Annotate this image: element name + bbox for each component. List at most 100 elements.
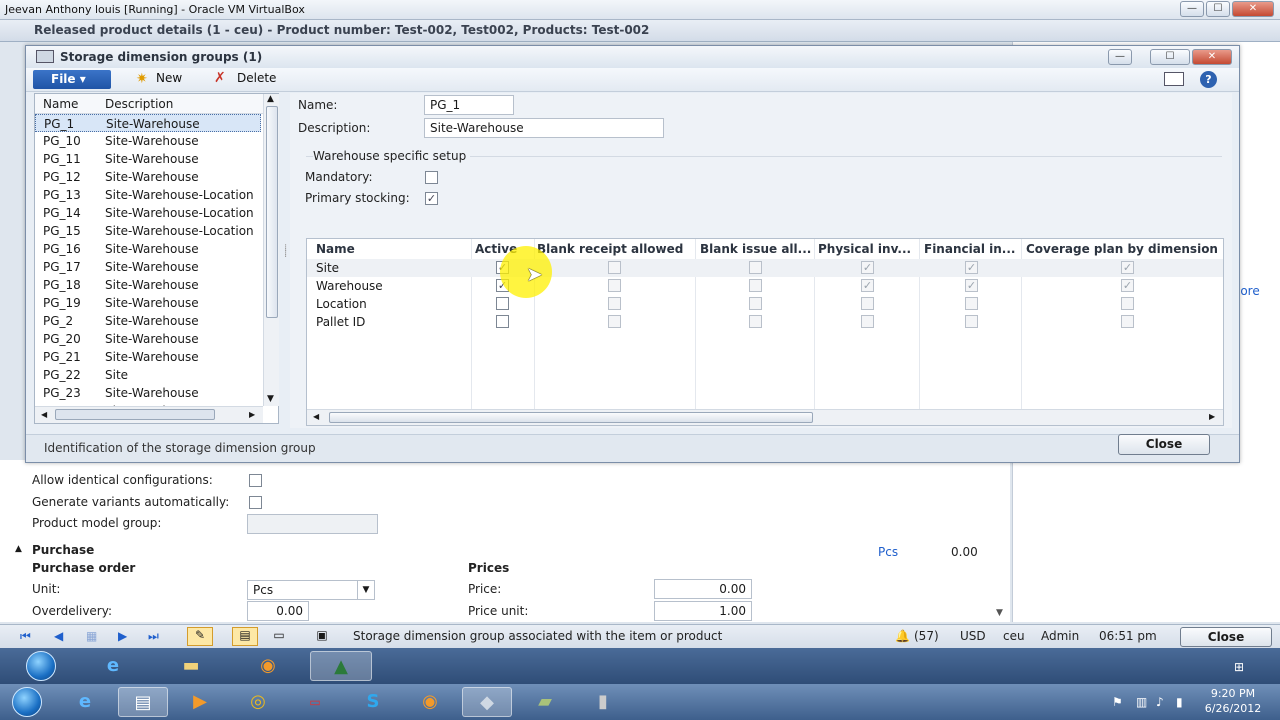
list-row[interactable]: PG_15 Site-Warehouse-Location [35,222,261,240]
grid-checkbox[interactable] [749,297,762,310]
grid-row[interactable]: Location [307,295,1223,313]
outlook-icon[interactable]: ◉ [243,651,293,681]
list-row[interactable]: PG_23 Site-Warehouse [35,384,261,402]
primary-stocking-checkbox[interactable]: ✓ [425,192,438,205]
grid-checkbox[interactable]: ✓ [1121,279,1134,292]
dynamics-ax-icon[interactable]: ▲ [310,651,372,681]
scroll-right-icon[interactable]: ▶ [249,410,255,419]
alerts-count[interactable]: (57) [914,629,939,643]
list-row[interactable]: PG_13 Site-Warehouse-Location [35,186,261,204]
company[interactable]: ceu [1003,629,1025,643]
list-row[interactable]: PG_11 Site-Warehouse [35,150,261,168]
system-clock[interactable]: 9:20 PM 6/26/2012 [1193,686,1273,716]
grid-checkbox[interactable]: ✓ [965,279,978,292]
list-row[interactable]: PG_1 Site-Warehouse [35,114,261,132]
grid-row[interactable]: Site✓✓✓✓ [307,259,1223,277]
list-horizontal-scrollbar[interactable]: ◀ ▶ [35,406,263,423]
maximize-button[interactable]: ☐ [1206,1,1230,17]
grid-column-header[interactable]: Name [316,242,355,256]
list-row[interactable]: PG_20 Site-Warehouse [35,330,261,348]
grid-view-icon[interactable]: ▤ [232,627,258,646]
grid-scroll-thumb[interactable] [329,412,813,423]
ie-icon[interactable]: e [88,651,138,681]
list-row[interactable]: PG_18 Site-Warehouse [35,276,261,294]
grid-checkbox[interactable] [608,315,621,328]
grid-horizontal-scrollbar[interactable]: ◀ ▶ [307,409,1223,425]
list-scroll-thumb[interactable] [266,106,278,318]
virtualbox-icon[interactable]: ◆ [462,687,512,717]
grid-checkbox[interactable] [965,315,978,328]
form-close-button[interactable]: Close [1180,627,1272,647]
grid-checkbox[interactable] [861,297,874,310]
list-row[interactable]: PG_21 Site-Warehouse [35,348,261,366]
list-row[interactable]: PG_12 Site-Warehouse [35,168,261,186]
list-hscroll-thumb[interactable] [55,409,215,420]
previous-record-icon[interactable]: ◀ [54,629,63,643]
price-unit-field[interactable]: 1.00 [654,601,752,621]
grid-checkbox[interactable] [608,297,621,310]
scroll-down-icon[interactable]: ▼ [996,608,1003,618]
grid-row[interactable]: Pallet ID [307,313,1223,331]
records-icon[interactable]: ▦ [86,629,97,643]
grid-column-header[interactable]: Coverage plan by dimension [1026,242,1218,256]
grid-column-header[interactable]: Blank issue all... [700,242,811,256]
list-row[interactable]: PG_17 Site-Warehouse [35,258,261,276]
description-field[interactable]: Site-Warehouse [424,118,664,138]
grid-checkbox[interactable]: ✓ [861,279,874,292]
folder-icon[interactable]: ▬ [166,651,216,681]
product-model-group-field[interactable] [247,514,378,534]
outlook-host-icon[interactable]: ◉ [405,687,455,717]
scroll-left-icon[interactable]: ◀ [313,412,319,421]
grid-checkbox[interactable]: ✓ [861,261,874,274]
grid-checkbox[interactable] [1121,297,1134,310]
scroll-right-icon[interactable]: ▶ [1209,412,1215,421]
list-row[interactable]: PG_16 Site-Warehouse [35,240,261,258]
overdelivery-field[interactable]: 0.00 [247,601,309,621]
list-row[interactable]: PG_19 Site-Warehouse [35,294,261,312]
grid-checkbox[interactable] [749,279,762,292]
minimize-button[interactable]: — [1180,1,1204,17]
currency[interactable]: USD [960,629,986,643]
delete-button[interactable]: Delete [237,71,276,85]
close-window-button[interactable]: ✕ [1232,1,1274,17]
grid-checkbox[interactable] [1121,315,1134,328]
grid-checkbox[interactable] [965,297,978,310]
dialog-close-x-button[interactable]: ✕ [1192,49,1232,65]
list-vertical-scrollbar[interactable]: ▲ ▼ [263,94,279,406]
media-icon[interactable]: ▶ [175,687,225,717]
collapse-icon[interactable]: ▲ [15,544,22,554]
dialog-minimize-button[interactable]: — [1108,49,1132,65]
grid-checkbox[interactable] [608,261,621,274]
grid-checkbox[interactable] [496,297,509,310]
grid-row[interactable]: Warehouse ✓ ✓ ✓ ✓ [307,277,1223,295]
document-icon[interactable]: ▣ [312,628,332,645]
dialog-close-button[interactable]: Close [1118,434,1210,455]
bell-icon[interactable]: 🔔 [895,629,910,643]
tray-network-icon[interactable]: ▥ [1136,695,1147,709]
scroll-down-icon[interactable]: ▼ [267,394,274,404]
splitter-handle[interactable]: ⁞ ⁞ [284,244,287,260]
scroll-left-icon[interactable]: ◀ [41,410,47,419]
allow-identical-checkbox[interactable] [249,474,262,487]
tray-volume-icon[interactable]: ♪ [1156,695,1164,709]
network-icon[interactable]: ⊞ [1234,660,1244,674]
purchase-heading[interactable]: Purchase [32,543,94,557]
form-view-icon[interactable]: ▭ [268,628,290,645]
browser-icon[interactable]: e [60,687,110,717]
list-row[interactable]: PG_10 Site-Warehouse [35,132,261,150]
money-icon[interactable]: ▰ [520,687,570,717]
explorer-icon[interactable]: ▤ [118,687,168,717]
tray-power-icon[interactable]: ▮ [1176,695,1183,709]
grid-checkbox[interactable] [861,315,874,328]
grid-checkbox[interactable] [496,315,509,328]
price-field[interactable]: 0.00 [654,579,752,599]
list-header-description[interactable]: Description [105,97,173,111]
grid-column-header[interactable]: Physical inv... [818,242,911,256]
grid-checkbox[interactable] [608,279,621,292]
dialog-maximize-button[interactable]: ☐ [1150,49,1190,65]
grid-checkbox[interactable] [749,261,762,274]
help-icon[interactable]: ? [1200,71,1217,88]
next-record-icon[interactable]: ▶ [118,629,127,643]
airtel-icon[interactable]: ▭ [290,687,340,717]
generate-variants-checkbox[interactable] [249,496,262,509]
